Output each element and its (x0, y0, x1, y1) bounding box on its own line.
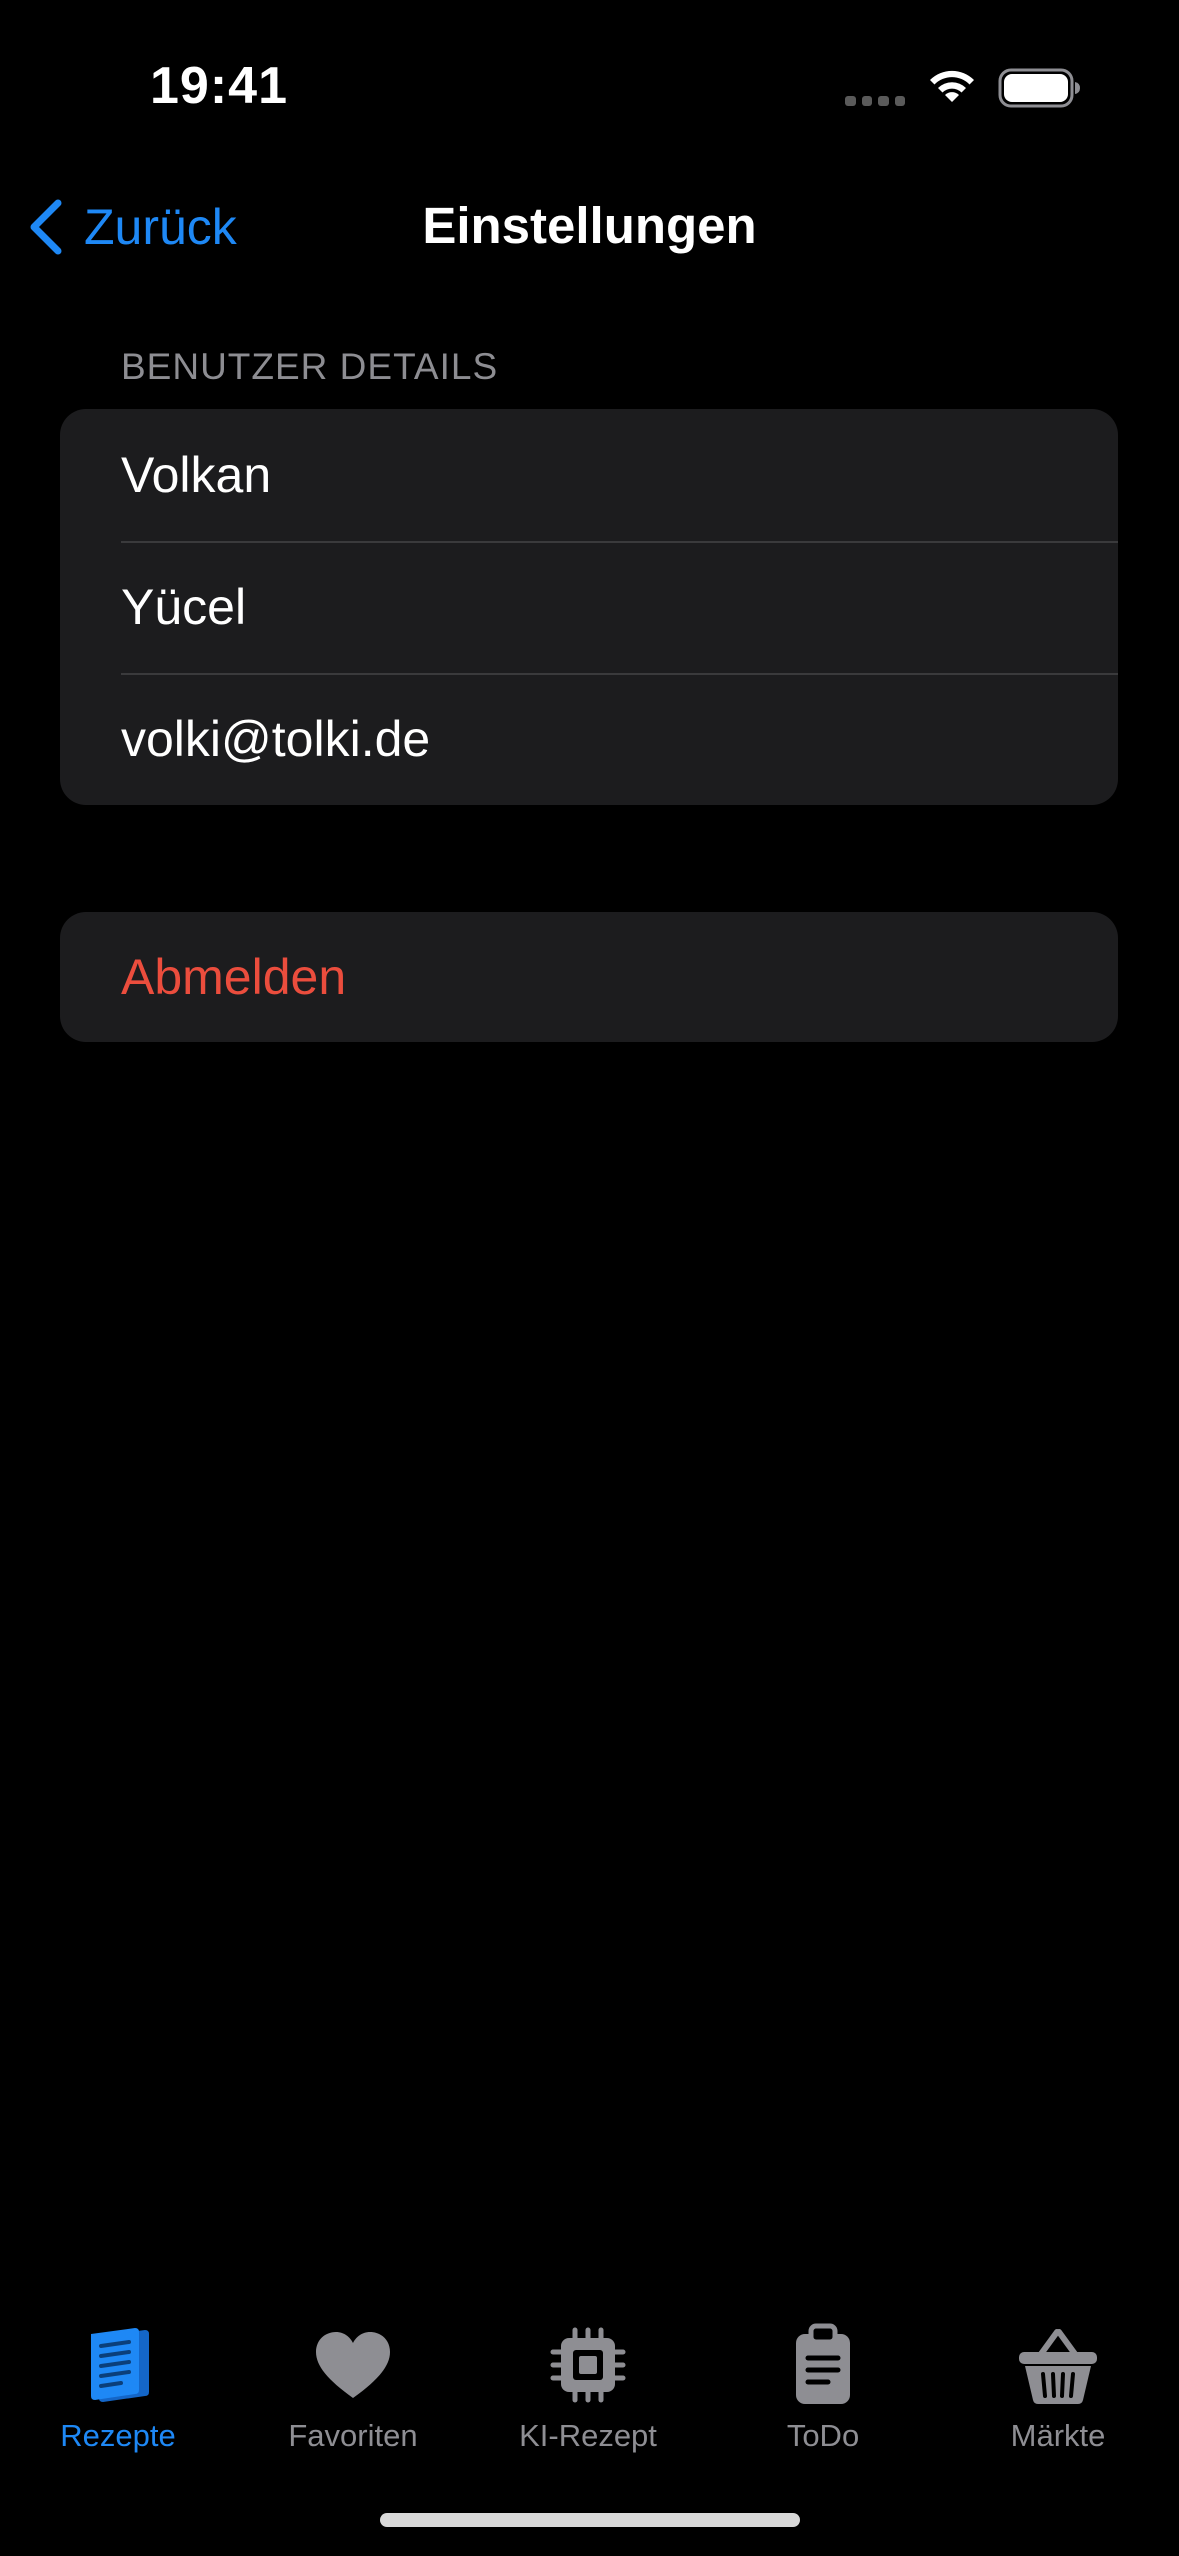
document-icon (91, 2328, 149, 2402)
navigation-bar: Zurück Einstellungen (0, 170, 1179, 290)
logout-group: Abmelden (60, 912, 1118, 1042)
last-name-row[interactable]: Yücel (60, 541, 1118, 673)
tab-label: Favoriten (288, 2418, 418, 2453)
heart-icon (316, 2332, 390, 2398)
cpu-chip-icon (550, 2327, 626, 2403)
tab-label: KI-Rezept (519, 2418, 657, 2453)
logout-button[interactable]: Abmelden (60, 912, 1118, 1042)
logout-label: Abmelden (121, 949, 347, 1005)
page-title: Einstellungen (422, 197, 757, 254)
battery-icon (998, 68, 1080, 108)
section-header-user-details: BENUTZER DETAILS (121, 346, 499, 387)
cellular-signal-icon (845, 96, 905, 106)
tab-favoriten[interactable]: Favoriten (235, 2320, 471, 2454)
clipboard-icon (796, 2323, 850, 2404)
tab-maerkte[interactable]: Märkte (940, 2320, 1176, 2454)
tab-label: Rezepte (60, 2418, 176, 2453)
wifi-icon (930, 70, 974, 102)
basket-icon (1019, 2329, 1097, 2404)
user-details-group: Volkan Yücel volki@tolki.de (60, 409, 1118, 805)
first-name-row[interactable]: Volkan (60, 409, 1118, 541)
tab-todo[interactable]: ToDo (705, 2320, 941, 2454)
tab-label: ToDo (786, 2418, 860, 2453)
tab-label: Märkte (1010, 2418, 1106, 2453)
home-indicator[interactable] (380, 2513, 800, 2527)
status-bar: 19:41 (0, 0, 1179, 170)
email-row[interactable]: volki@tolki.de (60, 673, 1118, 805)
status-time: 19:41 (150, 57, 288, 115)
tab-ki-rezept[interactable]: KI-Rezept (470, 2320, 706, 2454)
tab-rezepte[interactable]: Rezepte (0, 2320, 236, 2454)
